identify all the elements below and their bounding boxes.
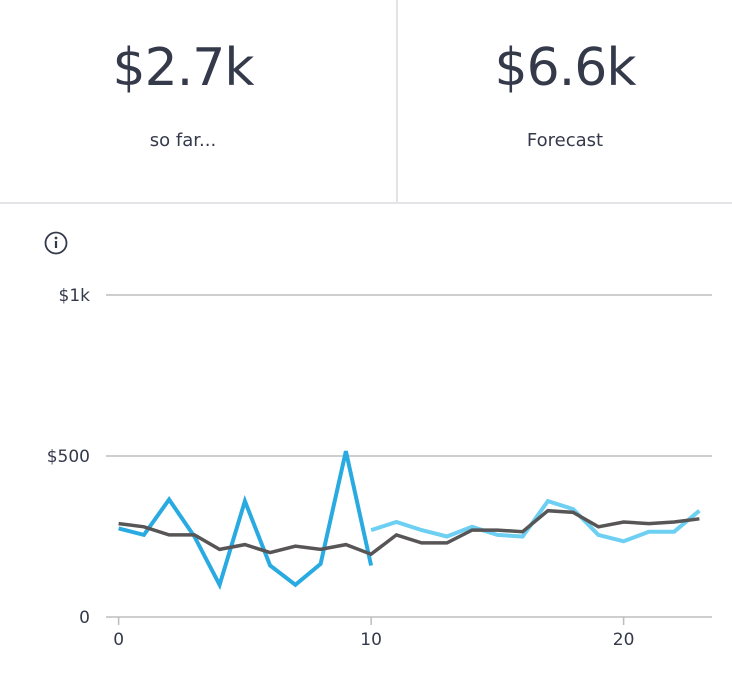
so-far-stat: $2.7k so far... (0, 0, 366, 202)
forecast-value: $6.6k (494, 38, 637, 98)
x-tick-label: 20 (613, 630, 635, 650)
info-icon[interactable] (44, 231, 68, 255)
x-tick-label: 10 (360, 630, 382, 650)
so-far-label: so far... (149, 130, 217, 151)
average-series-line (118, 508, 700, 557)
spend-chart: 0 $500 $1k 0 10 20 (47, 286, 712, 650)
summary-panel: $2.7k so far... $6.6k Forecast (0, 0, 732, 204)
forecast-label: Forecast (526, 130, 604, 151)
y-tick-label: $500 (47, 447, 90, 467)
forecast-stat: $6.6k Forecast (398, 0, 732, 202)
y-tick-label: 0 (79, 608, 90, 628)
y-tick-label: $1k (59, 286, 91, 306)
actual-series-line (118, 450, 374, 591)
so-far-value: $2.7k (112, 38, 255, 98)
x-tick-label: 0 (113, 630, 124, 650)
chart-panel: 0 $500 $1k 0 10 20 (0, 204, 732, 678)
